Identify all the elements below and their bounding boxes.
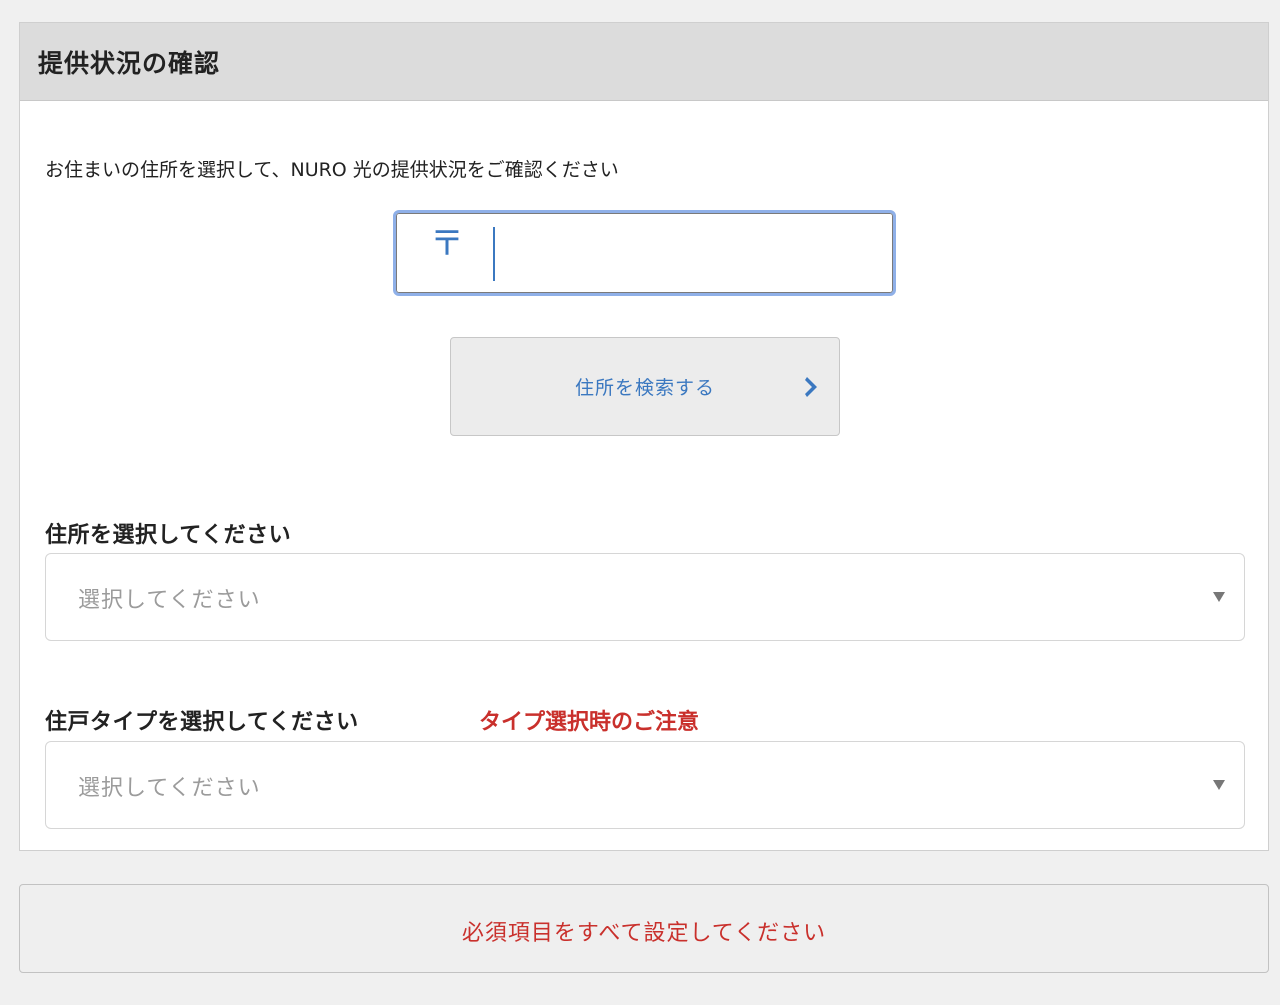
address-select-value: 選択してください: [78, 588, 261, 613]
search-address-button-label: 住所を検索する: [574, 377, 715, 399]
dwelling-type-label: 住戸タイプを選択してください: [45, 710, 359, 735]
postal-mark-icon: 〒: [430, 224, 464, 264]
panel-header: 提供状況の確認: [20, 23, 1268, 101]
address-select-label: 住所を選択してください: [45, 523, 292, 548]
search-address-button[interactable]: 住所を検索する: [450, 337, 840, 436]
intro-text: お住まいの住所を選択して、NURO 光の提供状況をご確認ください: [45, 159, 619, 181]
postal-code-input[interactable]: [493, 227, 873, 281]
caret-down-icon: [1213, 780, 1225, 790]
caret-down-icon: [1213, 592, 1225, 602]
dwelling-type-select-value: 選択してください: [78, 776, 261, 801]
availability-panel: 提供状況の確認 お住まいの住所を選択して、NURO 光の提供状況をご確認ください…: [19, 22, 1269, 851]
postal-code-field[interactable]: 〒: [393, 210, 896, 296]
page-title: 提供状況の確認: [38, 48, 221, 78]
chevron-right-icon: [805, 377, 817, 397]
dwelling-type-select[interactable]: 選択してください: [45, 741, 1245, 829]
submit-button[interactable]: 必須項目をすべて設定してください: [19, 884, 1269, 973]
submit-button-label: 必須項目をすべて設定してください: [461, 921, 827, 946]
address-select[interactable]: 選択してください: [45, 553, 1245, 641]
dwelling-type-caution-link[interactable]: タイプ選択時のご注意: [479, 704, 699, 736]
